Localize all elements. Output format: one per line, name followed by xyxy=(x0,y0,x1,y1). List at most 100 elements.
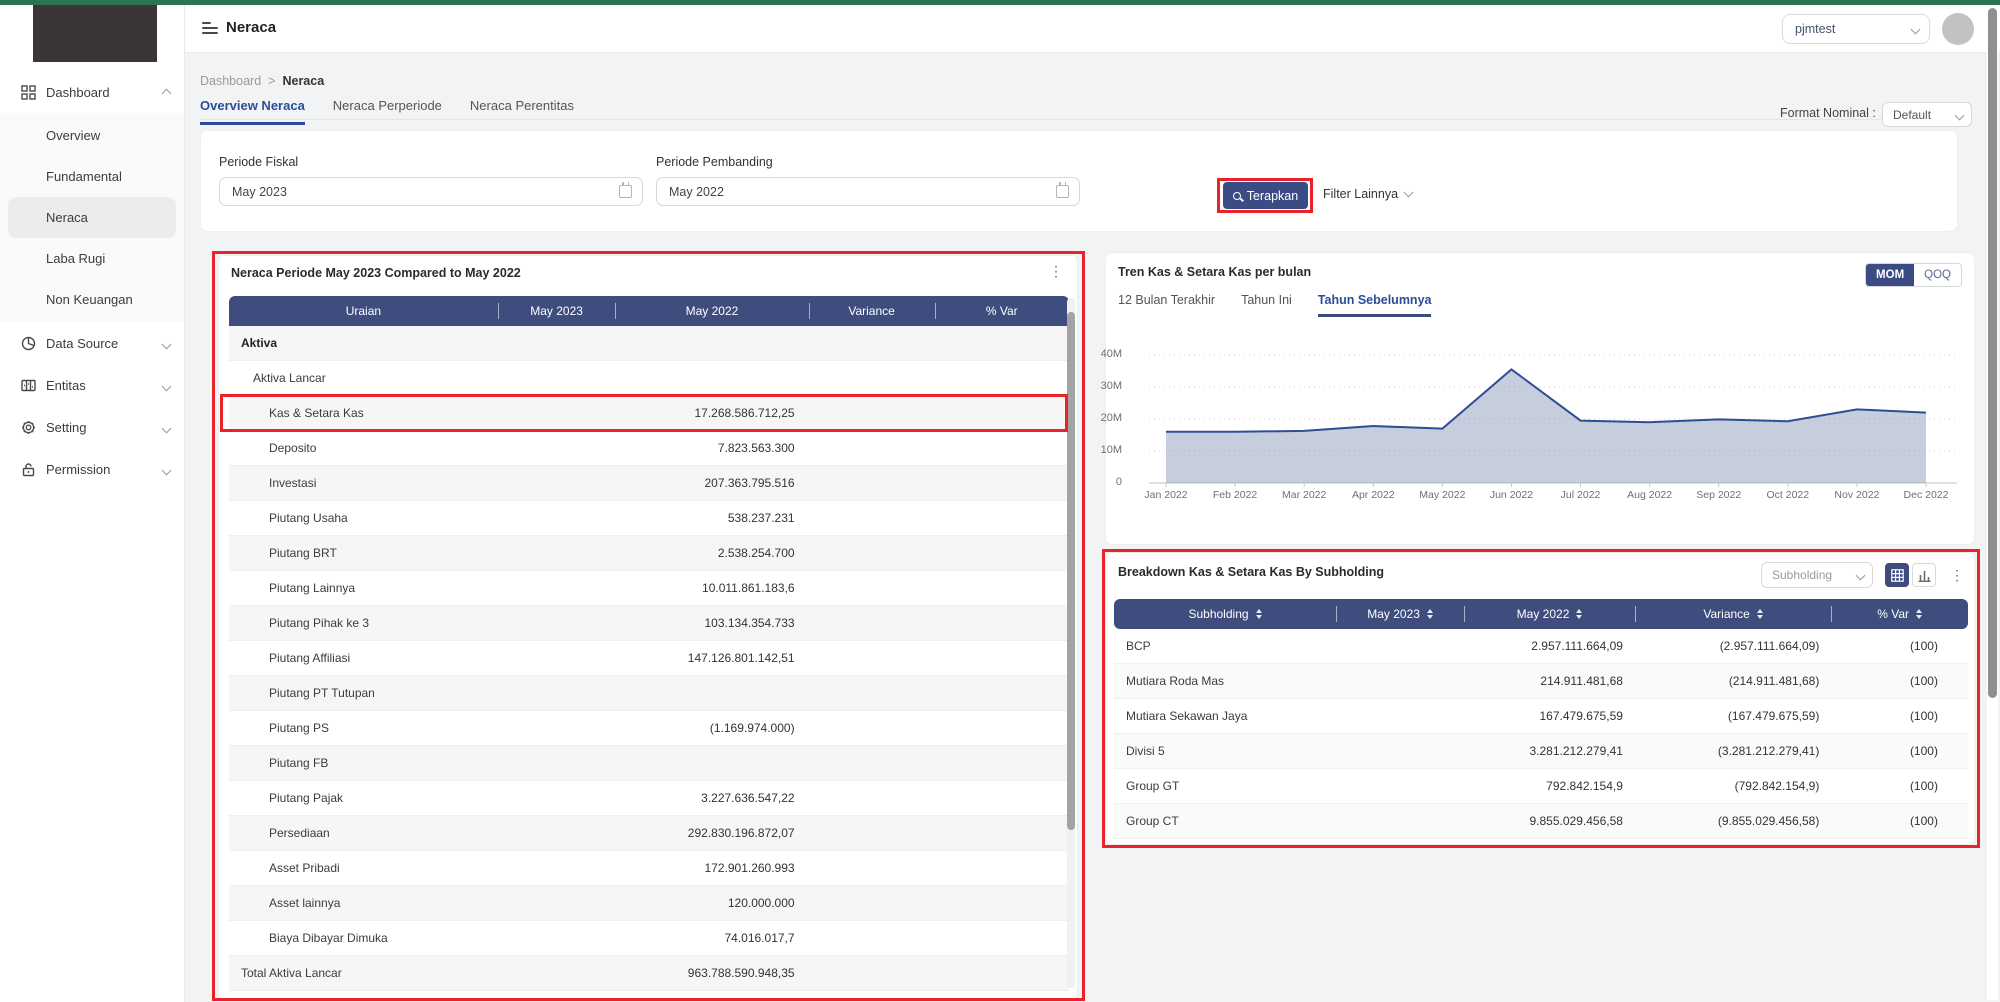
avatar[interactable] xyxy=(1942,13,1974,45)
gear-icon xyxy=(20,419,36,435)
kebab-menu-icon[interactable]: ⋮ xyxy=(1049,264,1063,278)
sidebar-item-setting[interactable]: Setting xyxy=(0,406,184,448)
column-header-sortable[interactable]: Subholding xyxy=(1114,599,1336,629)
toggle-qoq[interactable]: QOQ xyxy=(1914,264,1961,286)
tab-tahun-sebelumnya[interactable]: Tahun Sebelumnya xyxy=(1318,293,1432,317)
table-row[interactable]: Piutang PS (1.169.974.000) xyxy=(229,711,1069,746)
sidebar-item-neraca[interactable]: Neraca xyxy=(8,197,176,238)
sidebar-item-label: Entitas xyxy=(46,378,86,393)
column-header-sortable[interactable]: May 2022 xyxy=(1464,599,1635,629)
chevron-down-icon xyxy=(1857,568,1864,582)
table-row[interactable]: Piutang Pihak ke 3 103.134.354.733 xyxy=(229,606,1069,641)
table-scrollbar xyxy=(1067,298,1075,988)
app-logo xyxy=(33,5,157,62)
breakdown-row[interactable]: BCP 2.957.111.664,09 (2.957.111.664,09) … xyxy=(1114,629,1968,664)
panel-title: Tren Kas & Setara Kas per bulan xyxy=(1118,265,1311,279)
sidebar-item-dashboard[interactable]: Dashboard xyxy=(0,71,184,113)
neraca-table-panel: Neraca Periode May 2023 Compared to May … xyxy=(218,255,1078,1000)
chevron-down-icon xyxy=(163,378,170,393)
table-row[interactable]: Piutang BRT 2.538.254.700 xyxy=(229,536,1069,571)
table-row[interactable]: Deposito 7.823.563.300 xyxy=(229,431,1069,466)
trend-tabs: 12 Bulan Terakhir Tahun Ini Tahun Sebelu… xyxy=(1118,293,1431,317)
breakdown-row[interactable]: Mutiara Roda Mas 214.911.481,68 (214.911… xyxy=(1114,664,1968,699)
chart-view-button[interactable] xyxy=(1912,563,1936,587)
column-header-sortable[interactable]: May 2023 xyxy=(1336,599,1464,629)
entity-icon xyxy=(20,377,36,393)
breakdown-row[interactable]: Mutiara Sekawan Jaya 167.479.675,59 (167… xyxy=(1114,699,1968,734)
calendar-icon xyxy=(1056,185,1069,198)
column-header-sortable[interactable]: Variance xyxy=(1635,599,1831,629)
sort-icon xyxy=(1576,609,1582,619)
sidebar-item-permission[interactable]: Permission xyxy=(0,448,184,490)
tab-neraca-perperiode[interactable]: Neraca Perperiode xyxy=(333,98,442,125)
format-nominal-select[interactable]: Default xyxy=(1882,102,1972,127)
chevron-down-icon xyxy=(163,420,170,435)
app-root: Dashboard Overview Fundamental Neraca La… xyxy=(0,0,2000,1002)
sidebar-item-label: Setting xyxy=(46,420,86,435)
table-row[interactable]: Piutang PT Tutupan xyxy=(229,676,1069,711)
table-row[interactable]: Asset lainnya 120.000.000 xyxy=(229,886,1069,921)
dashboard-submenu: Overview Fundamental Neraca Laba Rugi No… xyxy=(0,113,184,322)
user-select[interactable]: pjmtest xyxy=(1782,14,1930,44)
table-scrollbar-thumb[interactable] xyxy=(1067,312,1075,830)
table-row[interactable]: Persediaan 292.830.196.872,07 xyxy=(229,816,1069,851)
breakdown-row[interactable]: Group GT 792.842.154,9 (792.842.154,9) (… xyxy=(1114,769,1968,804)
sidebar-item-label: Laba Rugi xyxy=(46,251,105,266)
subholding-select[interactable]: Subholding xyxy=(1761,562,1873,588)
tabs-divider xyxy=(200,119,1972,120)
table-row[interactable]: Piutang Usaha 538.237.231 xyxy=(229,501,1069,536)
table-grid-icon xyxy=(1891,569,1904,582)
more-filters-button[interactable]: Filter Lainnya xyxy=(1323,187,1412,201)
periode-fiskal-input[interactable]: May 2023 xyxy=(219,177,643,206)
sidebar-nav: Dashboard Overview Fundamental Neraca La… xyxy=(0,71,184,490)
sidebar: Dashboard Overview Fundamental Neraca La… xyxy=(0,5,185,1002)
chevron-down-icon xyxy=(163,462,170,477)
calendar-icon xyxy=(619,185,632,198)
sidebar-item-label: Non Keuangan xyxy=(46,292,133,307)
sidebar-item-data-source[interactable]: Data Source xyxy=(0,322,184,364)
breakdown-row[interactable]: Group CT 9.855.029.456,58 (9.855.029.456… xyxy=(1114,804,1968,839)
chevron-down-icon xyxy=(1956,108,1963,122)
sidebar-item-label: Data Source xyxy=(46,336,118,351)
breadcrumb-parent[interactable]: Dashboard xyxy=(200,74,261,88)
table-view-button[interactable] xyxy=(1885,563,1909,587)
tab-12-bulan-terakhir[interactable]: 12 Bulan Terakhir xyxy=(1118,293,1215,317)
apply-button[interactable]: Terapkan xyxy=(1223,182,1308,209)
table-row[interactable]: Piutang Lainnya 10.011.861.183,6 xyxy=(229,571,1069,606)
table-row[interactable]: Piutang Pajak 3.227.636.547,22 xyxy=(229,781,1069,816)
table-row[interactable]: Aktiva Lancar xyxy=(229,361,1069,396)
sidebar-item-fundamental[interactable]: Fundamental xyxy=(8,156,176,197)
breakdown-table: Subholding May 2023 May 2022 Variance % … xyxy=(1114,599,1968,839)
menu-icon[interactable] xyxy=(202,22,218,35)
column-header-sortable[interactable]: % Var xyxy=(1831,599,1968,629)
main-tabs: Overview Neraca Neraca Perperiode Neraca… xyxy=(200,98,574,125)
user-select-value: pjmtest xyxy=(1795,22,1835,36)
table-row-total[interactable]: Total Aktiva Lancar 963.788.590.948,35 xyxy=(229,956,1069,991)
breakdown-row[interactable]: Divisi 5 3.281.212.279,41 (3.281.212.279… xyxy=(1114,734,1968,769)
sidebar-item-label: Neraca xyxy=(46,210,88,225)
format-nominal-label: Format Nominal : xyxy=(1780,106,1876,120)
tab-neraca-perentitas[interactable]: Neraca Perentitas xyxy=(470,98,574,125)
sidebar-item-label: Dashboard xyxy=(46,85,110,100)
page-scrollbar-thumb[interactable] xyxy=(1988,8,1997,698)
trend-chart[interactable]: 010M20M30M40M Jan 2022Feb 2022Mar 2022Ap… xyxy=(1086,343,1966,513)
table-header: Subholding May 2023 May 2022 Variance % … xyxy=(1114,599,1968,629)
table-row[interactable]: Aktiva xyxy=(229,326,1069,361)
kebab-menu-icon[interactable]: ⋮ xyxy=(1950,568,1964,582)
bar-chart-icon xyxy=(1918,569,1931,582)
periode-pembanding-input[interactable]: May 2022 xyxy=(656,177,1080,206)
table-row[interactable]: Investasi 207.363.795.516 xyxy=(229,466,1069,501)
sidebar-item-laba-rugi[interactable]: Laba Rugi xyxy=(8,238,176,279)
toggle-mom[interactable]: MOM xyxy=(1866,264,1914,286)
table-row[interactable]: Piutang Affiliasi 147.126.801.142,51 xyxy=(229,641,1069,676)
tab-tahun-ini[interactable]: Tahun Ini xyxy=(1241,293,1292,317)
sidebar-item-non-keuangan[interactable]: Non Keuangan xyxy=(8,279,176,320)
sidebar-item-overview[interactable]: Overview xyxy=(8,115,176,156)
table-row[interactable]: Piutang FB xyxy=(229,746,1069,781)
table-row[interactable]: Biaya Dibayar Dimuka 74.016.017,7 xyxy=(229,921,1069,956)
sort-icon xyxy=(1256,609,1262,619)
table-row[interactable]: Asset Pribadi 172.901.260.993 xyxy=(229,851,1069,886)
table-row-kas-setara-kas[interactable]: Kas & Setara Kas 17.268.586.712,25 xyxy=(229,396,1069,431)
sidebar-item-entitas[interactable]: Entitas xyxy=(0,364,184,406)
tab-overview-neraca[interactable]: Overview Neraca xyxy=(200,98,305,125)
